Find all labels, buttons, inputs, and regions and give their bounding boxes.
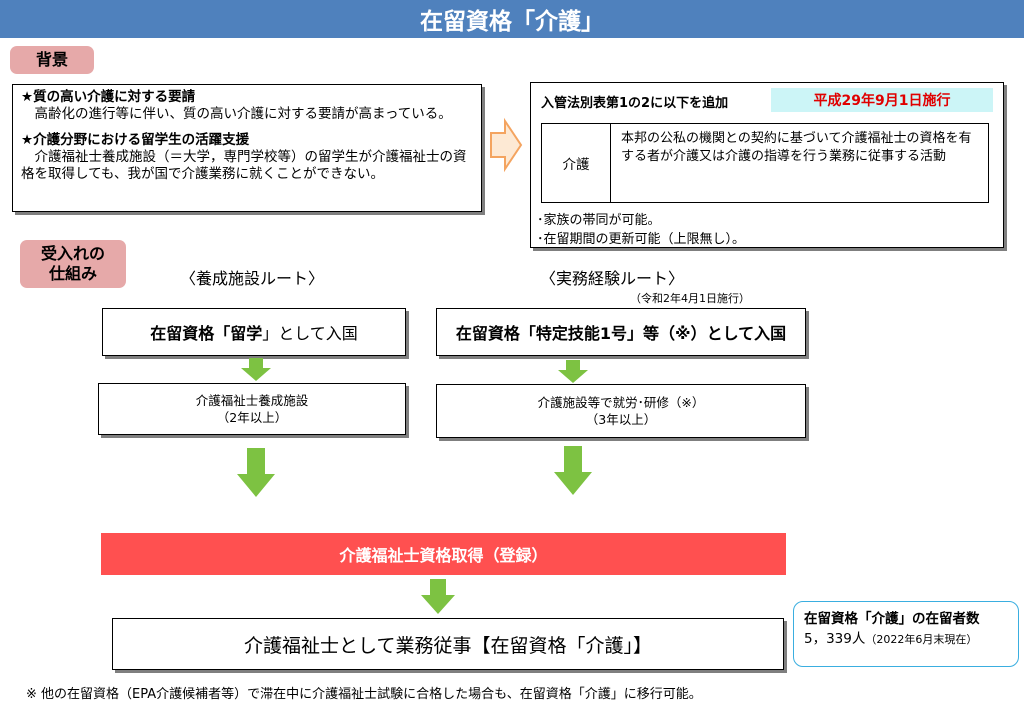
route2-big-down-arrow-icon xyxy=(554,446,592,495)
route2-entry-c: 」等（※）として入国 xyxy=(627,324,787,343)
background-text-1: 高齢化の進行等に伴い、質の高い介護に対する要請が高まっている。 xyxy=(34,106,452,122)
route1-small-down-arrow-icon xyxy=(241,358,271,381)
law-heading: 入管法別表第1の2に以下を追加 xyxy=(541,96,729,111)
acceptance-tag-line-1: 受入れの xyxy=(40,244,105,263)
law-box: 入管法別表第1の2に以下を追加 平成29年9月1日施行 介護 本邦の公私の機関と… xyxy=(530,82,1004,248)
effective-date-badge: 平成29年9月1日施行 xyxy=(771,88,993,112)
result-box: 介護福祉士として業務従事【在留資格「介護」】 xyxy=(112,618,784,670)
route2-work-line-2: （3年以上） xyxy=(585,412,657,427)
background-heading-1: ★質の高い介護に対する要請 xyxy=(21,89,196,105)
route1-entry-c: 」として入国 xyxy=(262,324,358,343)
route1-training-line-2: （2年以上） xyxy=(216,410,288,425)
route2-small-down-arrow-icon xyxy=(558,360,588,383)
footnote: ※ 他の在留資格（EPA介護候補者等）で滞在中に介護福祉士試験に合格した場合も、… xyxy=(26,687,702,702)
law-note-2: ･在留期間の更新可能（上限無し）。 xyxy=(537,232,746,247)
route1-training-box: 介護福祉士養成施設 （2年以上） xyxy=(98,383,406,435)
route1-entry-b: 留学 xyxy=(230,324,263,343)
background-box: ★質の高い介護に対する要請 高齢化の進行等に伴い、質の高い介護に対する要請が高ま… xyxy=(12,84,482,212)
background-tag: 背景 xyxy=(10,46,94,74)
law-table: 介護 本邦の公私の機関との契約に基づいて介護福祉士の資格を有する者が介護又は介護… xyxy=(541,123,989,203)
route2-entry-a: 在留資格「 xyxy=(455,324,536,343)
route1-entry-a: 在留資格「 xyxy=(150,324,231,343)
route1-big-down-arrow-icon xyxy=(237,448,275,497)
route2-title: 〈実務経験ルート〉 xyxy=(540,269,685,288)
page-title: 在留資格「介護」 xyxy=(0,0,1024,38)
residents-heading: 在留資格「介護」の在留者数 xyxy=(804,611,980,627)
route2-subtitle: （令和2年4月1日施行） xyxy=(630,292,750,305)
hollow-right-arrow-icon xyxy=(490,117,523,173)
law-table-label: 介護 xyxy=(542,124,611,202)
background-heading-2: ★介護分野における留学生の活躍支援 xyxy=(21,132,250,148)
qualification-bar: 介護福祉士資格取得（登録） xyxy=(101,533,786,575)
residents-count-box: 在留資格「介護」の在留者数 5，339人（2022年6月末現在） xyxy=(793,601,1019,667)
route2-entry-b: 特定技能1号 xyxy=(535,324,628,343)
route2-work-line-1: 介護施設等で就労･研修（※） xyxy=(537,395,705,410)
law-note-1: ･家族の帯同が可能。 xyxy=(537,213,661,228)
result-down-arrow-icon xyxy=(421,579,455,614)
route2-entry-box: 在留資格「 特定技能1号 」等（※）として入国 xyxy=(436,308,806,356)
route2-work-box: 介護施設等で就労･研修（※） （3年以上） xyxy=(436,384,806,438)
route1-entry-box: 在留資格「 留学 」として入国 xyxy=(102,308,406,356)
residents-count: 5，339人 xyxy=(804,631,866,647)
acceptance-tag-line-2: 仕組み xyxy=(48,264,97,283)
route1-title: 〈養成施設ルート〉 xyxy=(180,269,325,288)
residents-note: （2022年6月末現在） xyxy=(865,633,978,646)
background-text-2: 介護福祉士養成施設（＝大学，専門学校等）の留学生が介護福祉士の資格を取得しても、… xyxy=(21,149,467,182)
acceptance-tag: 受入れの 仕組み xyxy=(20,240,126,288)
route1-training-line-1: 介護福祉士養成施設 xyxy=(195,393,309,408)
law-table-text: 本邦の公私の機関との契約に基づいて介護福祉士の資格を有する者が介護又は介護の指導… xyxy=(621,131,972,164)
